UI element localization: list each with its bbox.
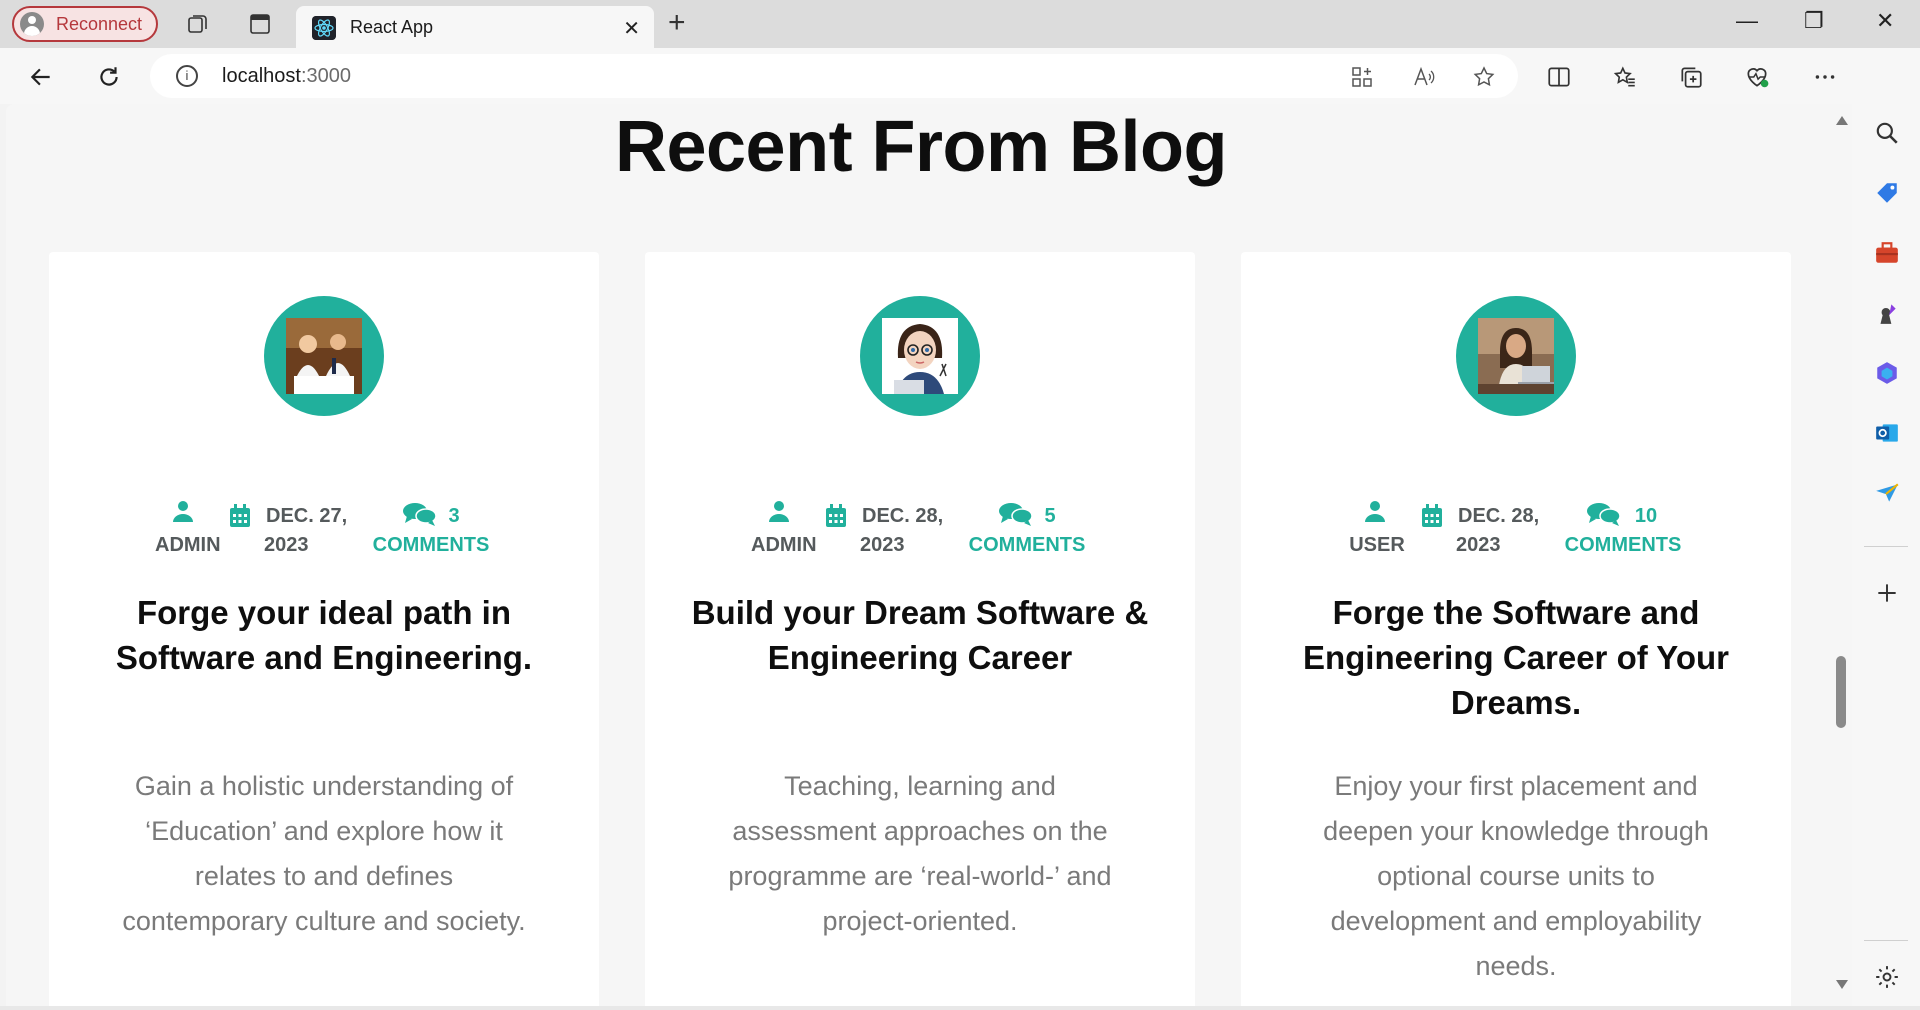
blog-excerpt: Teaching, learning and assessment approa… [728,771,1112,936]
comments-link[interactable]: 5 COMMENTS [967,502,1087,560]
author: ADMIN [155,501,221,560]
edge-sidebar [1852,48,1920,1010]
author: USER [1347,501,1407,560]
post-date: DEC. 27, 2023 [229,502,349,560]
page-viewport: Recent From Blog ADMIN DEC. 27, 2023 3 C… [6,104,1836,1006]
comments-link[interactable]: 10 COMMENTS [1563,502,1683,560]
blog-image-woman-laptop [1478,318,1554,394]
tab-react-app[interactable]: React App ✕ [296,6,654,48]
app-available-icon[interactable] [1350,65,1374,89]
blog-excerpt: Gain a holistic understanding of ‘Educat… [122,771,526,936]
workspaces-icon[interactable] [186,12,210,36]
collections-icon[interactable] [1678,64,1704,90]
scroll-down-arrow-icon[interactable] [1836,980,1848,989]
tab-title: React App [350,17,434,37]
blog-card[interactable]: USER DEC. 28, 2023 10 COMMENTS Forge the… [1241,252,1791,1006]
comments-icon [403,503,437,526]
new-tab-button[interactable]: + [668,6,686,40]
tools-icon[interactable] [1874,240,1900,266]
add-icon[interactable] [1874,580,1900,606]
window-bottom-border [0,1006,1920,1010]
user-icon [769,501,789,522]
more-icon[interactable] [1812,64,1838,90]
refresh-icon[interactable] [96,64,122,90]
browser-essentials-icon[interactable] [1744,64,1770,90]
comments-link[interactable]: 3 COMMENTS [371,502,491,560]
site-info-icon[interactable]: i [176,65,198,87]
favorites-icon[interactable] [1612,64,1638,90]
user-icon [173,501,193,522]
comments-icon [999,503,1033,526]
blog-image-frame [1456,296,1576,416]
blog-image-frame [860,296,980,416]
calendar-icon [230,504,250,527]
close-window-button[interactable]: ✕ [1876,8,1894,34]
tab-strip: Reconnect React App ✕ + — ❐ ✕ [0,0,1920,48]
back-icon[interactable] [28,64,54,90]
calendar-icon [1422,504,1442,527]
blog-title[interactable]: Forge the Software and Engineering Caree… [1281,590,1751,725]
url-text: localhost:3000 [222,65,351,87]
blog-meta: ADMIN DEC. 27, 2023 3 COMMENTS [49,501,599,566]
address-bar[interactable]: i localhost:3000 [150,54,1518,98]
blog-card[interactable]: ADMIN DEC. 28, 2023 5 COMMENTS Build you… [645,252,1195,1006]
sidebar-divider [1864,546,1908,547]
user-icon [1365,501,1385,522]
page-title: Recent From Blog [614,107,1228,187]
tab-actions-icon[interactable] [248,12,272,36]
blog-card[interactable]: ADMIN DEC. 27, 2023 3 COMMENTS Forge you… [49,252,599,1006]
send-icon[interactable] [1874,480,1900,506]
games-icon[interactable] [1874,300,1900,326]
shopping-icon[interactable] [1874,180,1900,206]
blog-title[interactable]: Build your Dream Software & Engineering … [685,590,1155,680]
tab-close-icon[interactable]: ✕ [623,16,640,41]
react-favicon-icon [312,16,336,40]
search-icon[interactable] [1874,120,1900,146]
blog-excerpt: Enjoy your first placement and deepen yo… [1323,771,1709,981]
microsoft-365-icon[interactable] [1874,360,1900,386]
browser-toolbar: i localhost:3000 [0,48,1920,104]
split-screen-icon[interactable] [1546,64,1572,90]
post-date: DEC. 28, 2023 [1421,502,1541,560]
read-aloud-icon[interactable] [1412,65,1436,89]
reconnect-label: Reconnect [56,13,143,34]
reconnect-button[interactable]: Reconnect [12,6,158,42]
page-scrollbar[interactable] [1830,104,1852,1006]
sidebar-divider [1864,940,1908,941]
blog-title[interactable]: Forge your ideal path in Software and En… [89,590,559,680]
outlook-icon[interactable] [1874,420,1900,446]
blog-image-cartoon-student [882,318,958,394]
minimize-button[interactable]: — [1736,8,1758,34]
comments-icon [1587,503,1621,526]
blog-meta: USER DEC. 28, 2023 10 COMMENTS [1241,501,1791,566]
scroll-up-arrow-icon[interactable] [1836,116,1848,125]
post-date: DEC. 28, 2023 [825,502,945,560]
blog-meta: ADMIN DEC. 28, 2023 5 COMMENTS [645,501,1195,566]
restore-button[interactable]: ❐ [1804,8,1824,34]
scroll-thumb[interactable] [1836,656,1846,728]
blog-image-frame [264,296,384,416]
profile-avatar-icon [20,12,44,36]
calendar-icon [826,504,846,527]
favorite-star-icon[interactable] [1472,65,1496,89]
settings-icon[interactable] [1874,964,1900,990]
author: ADMIN [751,501,817,560]
blog-image-students [286,318,362,394]
